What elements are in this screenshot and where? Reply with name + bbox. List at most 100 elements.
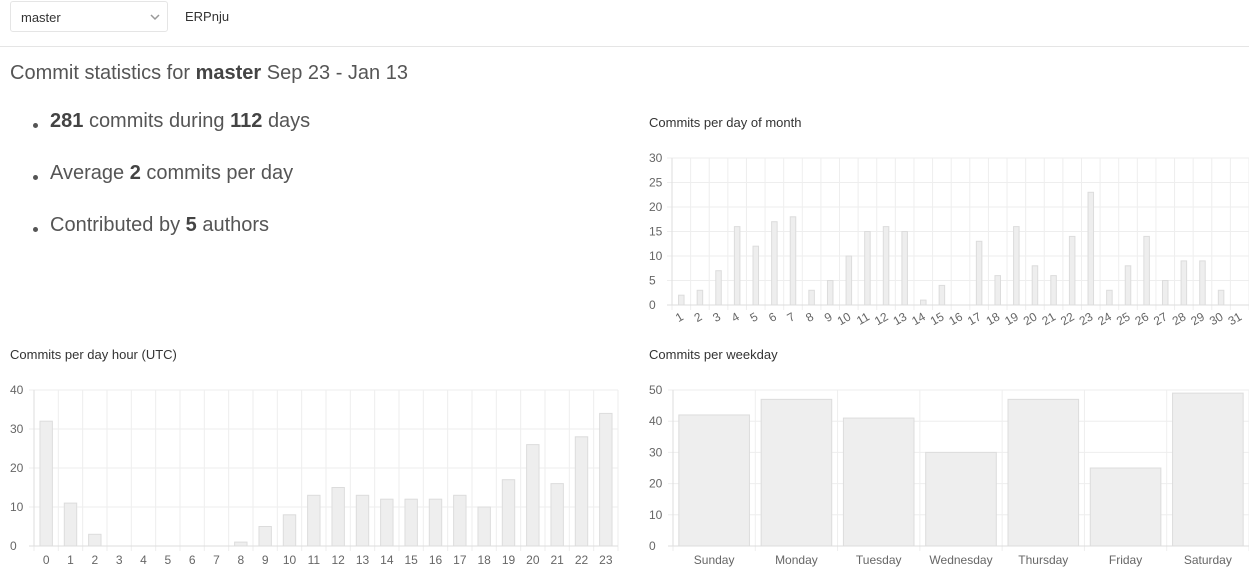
y-tick-label: 30 bbox=[649, 445, 663, 459]
y-tick-label: 20 bbox=[649, 200, 663, 214]
chart-weekday: 0 10 20 30 40 50 Sunday Monday Tuesday Wednesday T… bbox=[649, 383, 1249, 567]
x-tick-label: Monday bbox=[775, 553, 818, 567]
bar-16 bbox=[428, 498, 443, 547]
x-tick-label: 2 bbox=[692, 309, 705, 325]
x-tick-label: 4 bbox=[729, 309, 742, 325]
bar-22 bbox=[574, 436, 589, 547]
x-tick-label: 12 bbox=[872, 309, 891, 328]
y-tick-label: 25 bbox=[649, 176, 663, 190]
x-tick-label: 10 bbox=[283, 553, 297, 567]
bar-15 bbox=[404, 498, 418, 547]
bar-22 bbox=[1068, 235, 1076, 306]
authors-count: 5 bbox=[185, 214, 197, 236]
bar-2 bbox=[696, 289, 704, 306]
bar-30 bbox=[1217, 289, 1225, 306]
x-tick-label: 9 bbox=[822, 309, 835, 325]
bar-13 bbox=[901, 231, 908, 306]
bar-12 bbox=[331, 487, 345, 547]
x-tick-label: 11 bbox=[308, 553, 321, 567]
branch-select-value: master bbox=[21, 10, 61, 25]
summary-average: Average 2 commits per day bbox=[30, 162, 310, 214]
bar-29 bbox=[1199, 260, 1206, 306]
stats-summary: 281 commits during 112 days Average 2 co… bbox=[30, 110, 310, 266]
bar-27 bbox=[1161, 280, 1169, 306]
x-tick-label: 23 bbox=[599, 553, 613, 567]
bar-19 bbox=[501, 479, 516, 547]
bar-14 bbox=[380, 498, 394, 547]
days-text: days bbox=[267, 110, 311, 132]
chart-title-day-hour: Commits per day hour (UTC) bbox=[10, 347, 177, 362]
y-tick-label: 5 bbox=[649, 274, 656, 288]
y-tick-label: 0 bbox=[649, 298, 656, 312]
summary-commits: 281 commits during 112 days bbox=[30, 110, 310, 162]
y-tick-label: 30 bbox=[10, 422, 24, 436]
bar-saturday bbox=[1172, 392, 1244, 547]
bar-20 bbox=[1031, 265, 1039, 306]
bar-18 bbox=[994, 275, 1001, 306]
x-tick-label: 24 bbox=[1095, 309, 1114, 328]
project-name: ERPnju bbox=[185, 9, 230, 24]
x-tick-label: 5 bbox=[747, 309, 760, 325]
bar-8 bbox=[234, 541, 248, 547]
average-suffix: commits per day bbox=[146, 162, 294, 184]
topbar: master ERPnju bbox=[0, 0, 1249, 47]
y-tick-label: 0 bbox=[649, 539, 656, 553]
title-range: Sep 23 - Jan 13 bbox=[266, 62, 408, 84]
x-tick-label: 28 bbox=[1170, 309, 1189, 328]
x-tick-label: 31 bbox=[1226, 309, 1245, 328]
bar-12 bbox=[882, 226, 890, 306]
x-tick-label: Friday bbox=[1109, 553, 1142, 567]
branch-select[interactable]: master bbox=[10, 1, 168, 32]
bar-20 bbox=[526, 444, 540, 547]
y-tick-label: 15 bbox=[649, 225, 663, 239]
x-tick-label: 15 bbox=[928, 309, 947, 328]
bar-10 bbox=[282, 514, 297, 547]
x-tick-label: 6 bbox=[189, 553, 196, 567]
bar-1 bbox=[63, 502, 78, 547]
x-tick-label: 10 bbox=[835, 309, 854, 328]
y-tick-label: 40 bbox=[10, 383, 24, 397]
x-tick-label: 8 bbox=[237, 553, 244, 567]
y-tick-label: 10 bbox=[649, 249, 663, 263]
x-tick-label: 17 bbox=[453, 553, 467, 567]
x-tick-label: 14 bbox=[909, 309, 928, 328]
x-tick-label: 16 bbox=[429, 553, 443, 567]
x-tick-label: 3 bbox=[116, 553, 123, 567]
bar-7 bbox=[789, 216, 797, 306]
bar-tuesday bbox=[842, 417, 915, 547]
x-tick-label: 11 bbox=[854, 309, 872, 328]
commits-count: 281 bbox=[50, 110, 84, 132]
x-tick-label: Tuesday bbox=[856, 553, 902, 567]
x-tick-label: 15 bbox=[404, 553, 418, 567]
bar-thursday bbox=[1007, 398, 1080, 547]
chart-title-day-of-month: Commits per day of month bbox=[649, 115, 802, 130]
x-tick-label: 6 bbox=[766, 309, 779, 325]
x-tick-label: 8 bbox=[803, 309, 816, 325]
title-prefix: Commit statistics for bbox=[10, 62, 191, 84]
bar-0 bbox=[39, 420, 53, 547]
bar-23 bbox=[599, 412, 613, 547]
x-tick-label: 13 bbox=[891, 309, 910, 328]
bar-wednesday bbox=[925, 451, 997, 547]
x-tick-label: 1 bbox=[67, 553, 74, 567]
bar-13 bbox=[355, 494, 370, 547]
x-tick-label: Thursday bbox=[1018, 553, 1068, 567]
bar-10 bbox=[845, 255, 853, 306]
x-tick-label: 27 bbox=[1151, 309, 1170, 328]
bar-2 bbox=[88, 533, 102, 547]
y-tick-label: 20 bbox=[649, 477, 663, 491]
x-tick-label: 4 bbox=[140, 553, 147, 567]
x-tick-label: 21 bbox=[550, 553, 564, 567]
y-tick-label: 50 bbox=[649, 383, 663, 397]
x-tick-label: 22 bbox=[1058, 309, 1077, 328]
days-count: 112 bbox=[230, 110, 263, 132]
x-tick-label: 1 bbox=[673, 309, 686, 325]
x-tick-label: 5 bbox=[164, 553, 171, 567]
y-tick-label: 20 bbox=[10, 461, 24, 475]
x-tick-label: 18 bbox=[477, 553, 491, 567]
x-tick-label: 14 bbox=[380, 553, 394, 567]
bar-3 bbox=[715, 270, 722, 306]
bar-sunday bbox=[678, 414, 750, 547]
summary-authors: Contributed by 5 authors bbox=[30, 214, 310, 266]
bar-17 bbox=[453, 494, 467, 547]
